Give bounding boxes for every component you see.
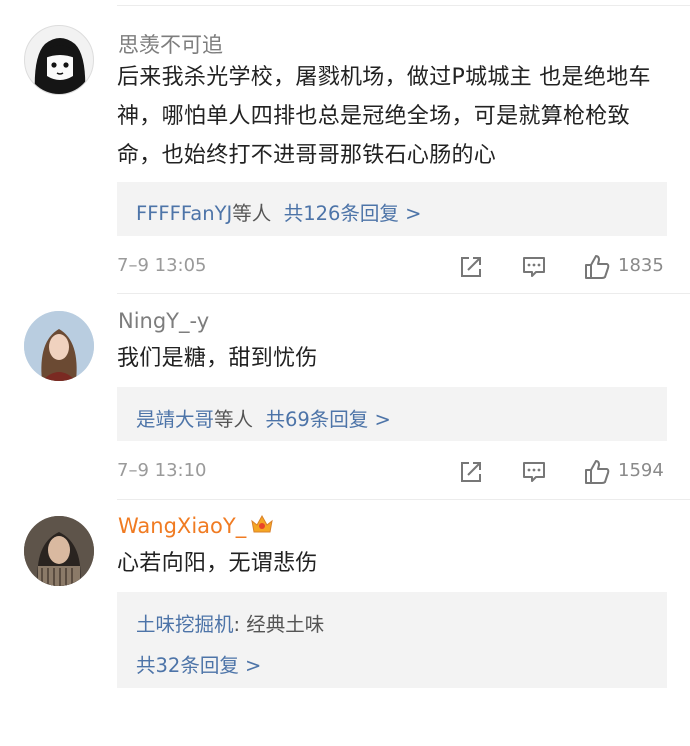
reply-count-link[interactable]: 共32条回复 > [136,649,261,678]
reply-snippet: 土味挖掘机: 经典土味 [136,608,324,637]
username-text[interactable]: WangXiaoY_ [118,514,246,538]
avatar[interactable] [24,516,94,586]
comment-text: 心若向阳，无谓悲伤 [117,551,318,576]
comment-item: WangXiaoY_ 心若向阳，无谓悲伤 土味挖掘机: 经典土味 共32条回复 … [0,0,690,746]
reply-author[interactable]: 土味挖掘机 [136,613,234,636]
reply-text: : 经典土味 [233,613,325,636]
username[interactable]: WangXiaoY_ [118,514,274,541]
crown-icon [250,514,274,541]
reply-preview[interactable]: 土味挖掘机: 经典土味 共32条回复 > [117,592,667,688]
